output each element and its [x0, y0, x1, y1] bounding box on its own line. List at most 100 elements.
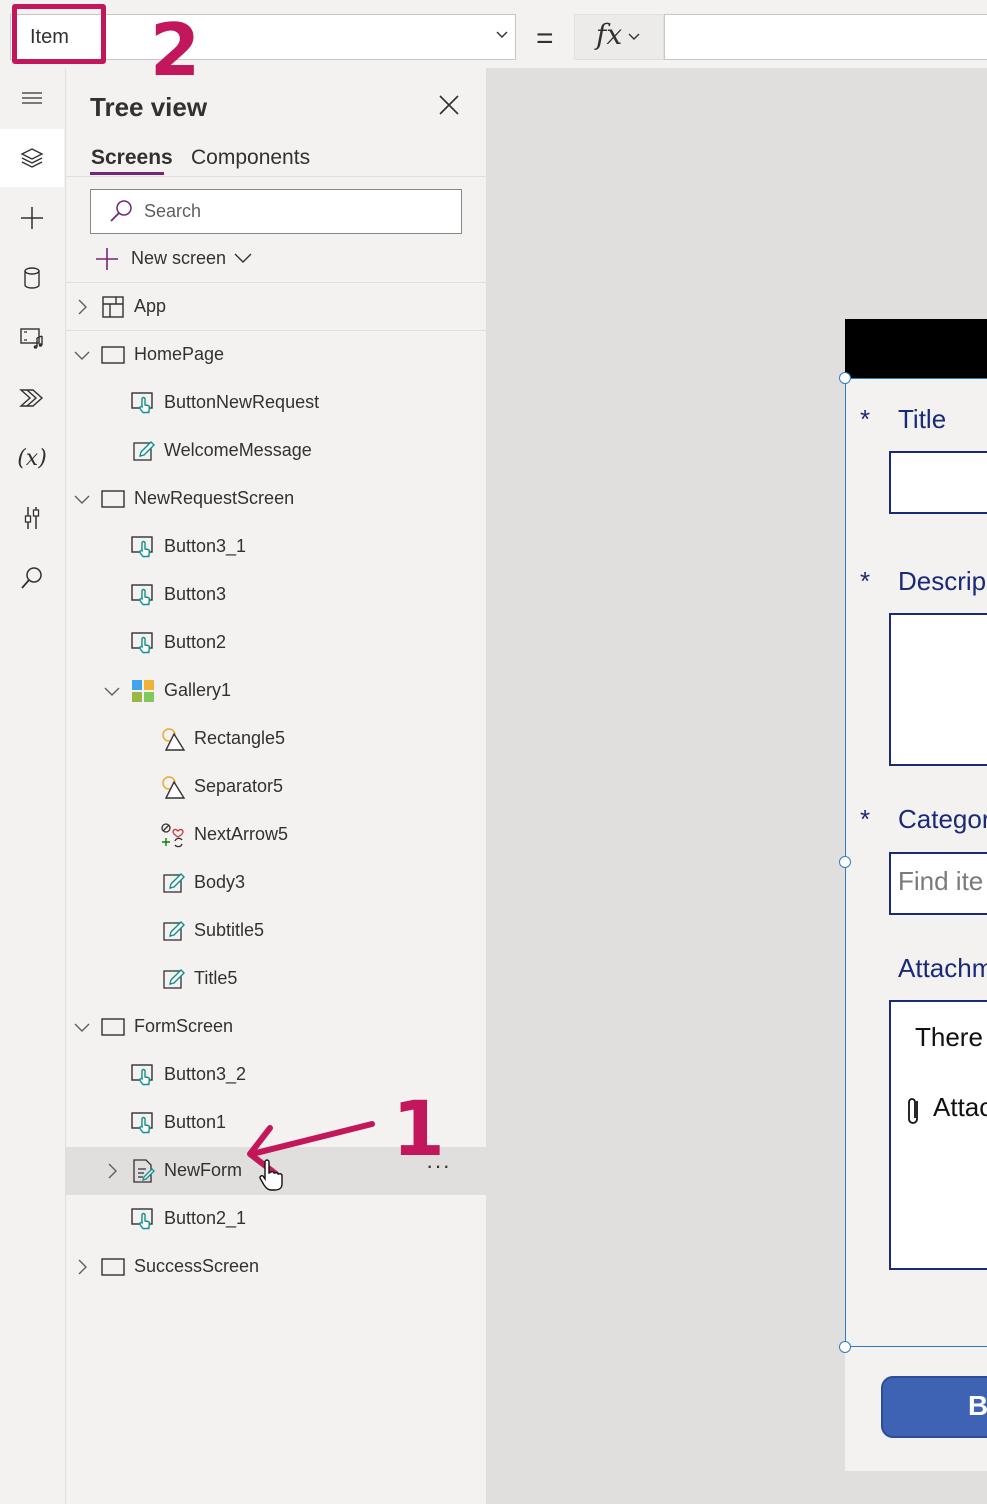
- tree-item-welcomemessage[interactable]: WelcomeMessage: [66, 427, 486, 475]
- tree-item-button2[interactable]: Button2: [66, 619, 486, 667]
- annotation-arrow-icon: [247, 1121, 375, 1177]
- required-mark: *: [860, 804, 871, 834]
- form-header-bar: [845, 319, 987, 378]
- button-icon: [131, 632, 153, 654]
- tree-item-nextarrow5[interactable]: NextArrow5: [66, 811, 486, 859]
- field-label-title: Title: [898, 404, 947, 434]
- tree-item-label: HomePage: [134, 344, 225, 364]
- tree-item-app[interactable]: App: [66, 283, 486, 331]
- required-mark: *: [860, 404, 871, 434]
- tab-screens[interactable]: Screens: [91, 146, 173, 170]
- description-input[interactable]: [889, 613, 987, 766]
- layers-icon[interactable]: [0, 129, 64, 187]
- chevron-down-icon[interactable]: [74, 347, 90, 363]
- tree-item-label: NewRequestScreen: [134, 488, 295, 508]
- chevron-down-icon: [496, 31, 508, 38]
- button-icon: [131, 1112, 153, 1134]
- submit-button-label: B: [968, 1390, 987, 1421]
- new-screen-button[interactable]: New screen: [131, 248, 226, 269]
- button-icon: [131, 392, 153, 414]
- menu-icon[interactable]: [0, 70, 64, 128]
- annotation-number-one: 1: [392, 1084, 445, 1173]
- field-label-description: Descrip: [898, 566, 987, 596]
- resize-handle[interactable]: [839, 856, 851, 868]
- annotation-highlight-box: [12, 4, 106, 64]
- left-rail: (x): [0, 68, 66, 1504]
- screen-icon: [101, 1258, 125, 1276]
- plus-icon[interactable]: [94, 246, 120, 272]
- required-mark: *: [860, 566, 871, 596]
- equals-sign: =: [536, 22, 554, 55]
- tree-item-label: FormScreen: [134, 1016, 234, 1036]
- tree-item-gallery1[interactable]: Gallery1: [66, 667, 486, 715]
- active-tab-indicator: [90, 172, 164, 175]
- app-icon: [102, 296, 124, 318]
- tree-view-title: Tree view: [90, 92, 208, 122]
- database-icon[interactable]: [0, 249, 64, 307]
- tree-item-formscreen[interactable]: FormScreen: [66, 1003, 486, 1051]
- plus-icon[interactable]: [0, 189, 64, 247]
- search-icon: [110, 200, 132, 222]
- close-icon[interactable]: [436, 92, 462, 118]
- power-automate-icon[interactable]: [0, 369, 64, 427]
- tree-item-label: Separator5: [194, 776, 284, 796]
- paperclip-icon: [908, 1098, 918, 1124]
- tools-icon[interactable]: [0, 489, 64, 547]
- tree-item-label: Subtitle5: [194, 920, 265, 940]
- tree-item-label: NextArrow5: [194, 824, 289, 844]
- tree-item-label: WelcomeMessage: [164, 440, 312, 460]
- tab-components[interactable]: Components: [191, 146, 310, 170]
- field-label-category: Categor: [898, 804, 987, 834]
- tree-item-successscreen[interactable]: SuccessScreen: [66, 1243, 486, 1291]
- tree-item-button3[interactable]: Button3: [66, 571, 486, 619]
- tree-item-title5[interactable]: Title5: [66, 955, 486, 1003]
- tree-item-label: Title5: [194, 968, 238, 988]
- button-icon: [131, 1064, 153, 1086]
- chevron-down-icon[interactable]: [104, 683, 120, 699]
- form-icon: [133, 1159, 155, 1183]
- tree-item-body3[interactable]: Body3: [66, 859, 486, 907]
- tree-item-rectangle5[interactable]: Rectangle5: [66, 715, 486, 763]
- annotation-number-two: 2: [150, 8, 201, 92]
- button-icon: [131, 584, 153, 606]
- tree-item-homepage[interactable]: HomePage: [66, 331, 486, 379]
- screen-icon: [101, 1018, 125, 1036]
- title-input[interactable]: [889, 451, 987, 514]
- gallery-icon: [132, 680, 154, 702]
- tree-item-buttonnewrequest[interactable]: ButtonNewRequest: [66, 379, 486, 427]
- chevron-right-icon[interactable]: [74, 1259, 90, 1275]
- formula-input[interactable]: [664, 14, 987, 60]
- tree-item-newrequestscreen[interactable]: NewRequestScreen: [66, 475, 486, 523]
- resize-handle[interactable]: [839, 372, 851, 384]
- screen-icon: [101, 346, 125, 364]
- button-icon: [131, 1208, 153, 1230]
- field-label-attachments: Attachm: [898, 953, 987, 983]
- chevron-right-icon[interactable]: [74, 299, 90, 315]
- tree-item-separator5[interactable]: Separator5: [66, 763, 486, 811]
- media-icon[interactable]: [0, 309, 64, 367]
- tree-item-label: Button2: [164, 632, 227, 652]
- chevron-right-icon[interactable]: [104, 1163, 120, 1179]
- tree-item-button3_1[interactable]: Button3_1: [66, 523, 486, 571]
- divider: [66, 176, 486, 177]
- tree-item-label: App: [134, 296, 167, 316]
- chevron-down-icon[interactable]: [74, 491, 90, 507]
- variables-icon-text: (x): [17, 445, 47, 471]
- chevron-down-icon: [628, 33, 640, 40]
- screen-icon: [101, 490, 125, 508]
- chevron-down-icon[interactable]: [234, 252, 252, 264]
- shape-icon: [162, 728, 186, 751]
- attach-file-link[interactable]: Attac: [933, 1092, 987, 1123]
- button-icon: [131, 536, 153, 558]
- tree-item-label: Button3_2: [164, 1064, 247, 1084]
- tree-item-label: ButtonNewRequest: [164, 392, 320, 412]
- tree-item-label: Button3: [164, 584, 227, 604]
- resize-handle[interactable]: [839, 1341, 851, 1353]
- tree-item-button2_1[interactable]: Button2_1: [66, 1195, 486, 1243]
- tree-item-label: SuccessScreen: [134, 1256, 260, 1276]
- chevron-down-icon[interactable]: [74, 1019, 90, 1035]
- tree-item-subtitle5[interactable]: Subtitle5: [66, 907, 486, 955]
- variables-icon[interactable]: (x): [0, 429, 64, 487]
- search-icon[interactable]: [0, 549, 64, 607]
- tree-item-label: Gallery1: [164, 680, 232, 700]
